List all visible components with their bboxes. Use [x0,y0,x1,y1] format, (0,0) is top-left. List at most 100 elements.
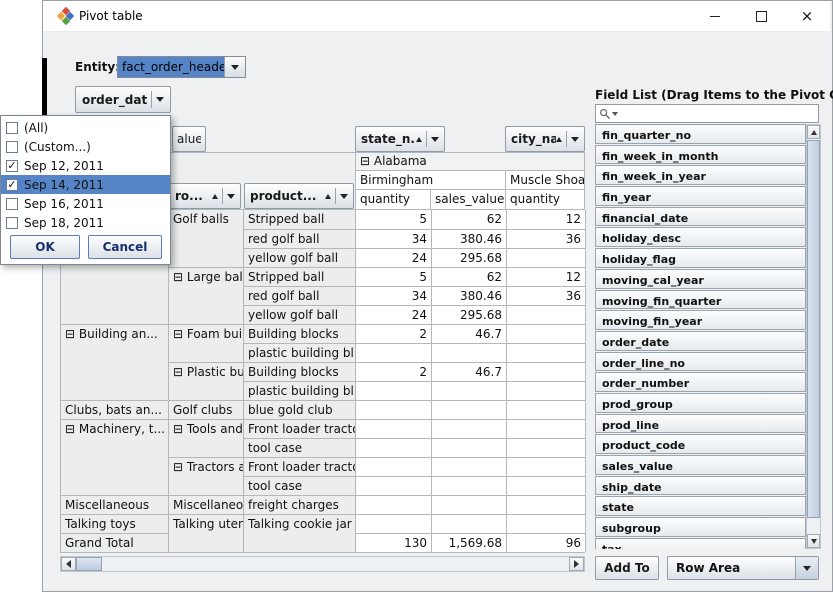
scroll-down-button[interactable] [807,534,820,548]
horizontal-scroll-thumb[interactable] [76,557,102,571]
row-header-cell[interactable]: plastic building bl... [244,343,356,362]
field-item-financial_date[interactable]: financial_date [595,207,806,227]
field-item-fin_quarter_no[interactable]: fin_quarter_no [595,124,806,144]
field-item-prod_line[interactable]: prod_line [595,414,806,434]
field-item-fin_year[interactable]: fin_year [595,186,806,206]
close-button[interactable]: × [784,1,830,31]
scroll-up-button[interactable] [807,125,820,139]
row-header-cell[interactable]: Talking cookie jar [244,514,356,533]
field-item-holiday_desc[interactable]: holiday_desc [595,227,806,247]
field-item-prod_group[interactable]: prod_group [595,393,806,413]
vertical-scroll-thumb[interactable] [807,140,820,518]
entity-combo-arrow[interactable] [224,57,245,77]
add-to-button[interactable]: Add To [595,556,659,580]
entity-combobox[interactable]: fact_order_header [117,56,246,78]
filter-option[interactable]: (Custom...) [1,137,170,156]
checkbox-icon[interactable] [6,217,18,229]
field-item-product_code[interactable]: product_code [595,434,806,454]
field-item-fin_week_in_year[interactable]: fin_week_in_year [595,165,806,185]
checkbox-icon[interactable] [6,198,18,210]
checkbox-icon[interactable] [6,122,18,134]
row-header-cell[interactable]: tool case [244,476,356,495]
row-header-cell[interactable]: yellow golf ball [244,248,356,267]
checkbox-checked-icon[interactable]: ✓ [6,179,18,191]
field-item-order_number[interactable]: order_number [595,372,806,392]
row-header-cell[interactable]: ⊟ Building an... [61,324,169,343]
row-header-cell[interactable]: ⊟ Machinery, t... [61,419,169,438]
filter-dropdown-icon[interactable] [340,194,348,199]
row-header-cell[interactable]: ⊟ Tools and ... [169,419,244,438]
filter-option[interactable]: ✓Sep 14, 2011 [1,175,170,194]
field-search-input[interactable] [621,106,818,122]
row-header-cell[interactable]: Talking utens... [169,514,244,533]
filter-option[interactable]: (All) [1,118,170,137]
row-header-cell[interactable]: Clubs, bats an... [61,400,169,419]
grand-total-header-cell[interactable]: Grand Total [61,533,169,552]
field-item-fin_week_in_month[interactable]: fin_week_in_month [595,145,806,165]
field-search-box[interactable] [595,104,819,123]
field-item-sales_value[interactable]: sales_value [595,455,806,475]
filter-dropdown-icon[interactable] [227,194,235,199]
row-header-cell[interactable]: tool case [244,438,356,457]
order-date-filter-button[interactable]: order_date [75,86,171,113]
row-header-cell[interactable]: ⊟ Large balls [169,267,244,286]
sort-asc-icon[interactable] [325,194,331,199]
row-header-cell[interactable]: Stripped ball [244,267,356,286]
subgroup-field-button[interactable]: ro... [169,183,241,209]
area-selector-combobox[interactable]: Row Area [667,556,819,580]
row-header-cell[interactable]: Front loader tractor [244,457,356,476]
scroll-left-button[interactable] [61,557,76,571]
column-group-header-alabama[interactable]: ⊟ Alabama [355,152,585,171]
scroll-right-button[interactable] [569,557,584,571]
field-item-moving_fin_quarter[interactable]: moving_fin_quarter [595,290,806,310]
row-header-cell[interactable]: Front loader tractor [244,419,356,438]
maximize-button[interactable] [738,1,784,31]
row-header-cell[interactable]: red golf ball [244,286,356,305]
horizontal-scrollbar[interactable] [60,556,585,572]
row-header-cell[interactable]: Miscellaneous [169,495,244,514]
search-options-icon[interactable] [612,112,618,116]
sort-asc-icon[interactable] [556,137,562,142]
filter-option[interactable]: Sep 18, 2011 [1,213,170,232]
checkbox-icon[interactable] [6,141,18,153]
row-header-cell[interactable]: Building blocks [244,362,356,381]
field-item-holiday_flag[interactable]: holiday_flag [595,248,806,268]
row-header-cell[interactable]: freight charges [244,495,356,514]
sort-asc-icon[interactable] [416,137,422,142]
field-item-subgroup[interactable]: subgroup [595,517,806,537]
field-item-order_date[interactable]: order_date [595,331,806,351]
state-field-button[interactable]: state_n... [355,126,445,152]
row-header-cell[interactable]: ⊟ Foam buil... [169,324,244,343]
area-selector-arrow[interactable] [795,557,818,579]
measure-button-partial[interactable]: alue [172,126,206,152]
filter-option[interactable]: ✓Sep 12, 2011 [1,156,170,175]
ok-button[interactable]: OK [10,235,80,259]
row-header-cell[interactable]: yellow golf ball [244,305,356,324]
row-header-cell[interactable]: Talking toys [61,514,169,533]
row-header-cell[interactable]: blue gold club [244,400,356,419]
field-item-moving_cal_year[interactable]: moving_cal_year [595,269,806,289]
sort-asc-icon[interactable] [212,194,218,199]
row-header-cell[interactable]: Miscellaneous [61,495,169,514]
product-field-button[interactable]: product... [244,183,354,209]
row-header-cell[interactable]: Building blocks [244,324,356,343]
row-header-cell[interactable]: red golf ball [244,229,356,248]
row-header-cell[interactable]: ⊟ Tractors a... [169,457,244,476]
cancel-button[interactable]: Cancel [88,235,162,259]
row-header-cell[interactable]: Golf clubs [169,400,244,419]
city-field-button[interactable]: city_na... [505,126,585,152]
vertical-scrollbar[interactable] [806,124,821,549]
row-header-cell[interactable]: Golf balls [169,210,244,229]
filter-dropdown-icon[interactable] [571,137,579,142]
field-item-ship_date[interactable]: ship_date [595,476,806,496]
row-header-cell[interactable]: Stripped ball [244,210,356,229]
field-item-order_line_no[interactable]: order_line_no [595,352,806,372]
field-item-tax[interactable]: tax [595,538,806,549]
minimize-button[interactable] [692,1,738,31]
field-item-state[interactable]: state [595,496,806,516]
filter-option[interactable]: Sep 16, 2011 [1,194,170,213]
row-header-cell[interactable]: plastic building bl... [244,381,356,400]
checkbox-checked-icon[interactable]: ✓ [6,160,18,172]
field-item-moving_fin_year[interactable]: moving_fin_year [595,310,806,330]
filter-dropdown-icon[interactable] [431,137,439,142]
